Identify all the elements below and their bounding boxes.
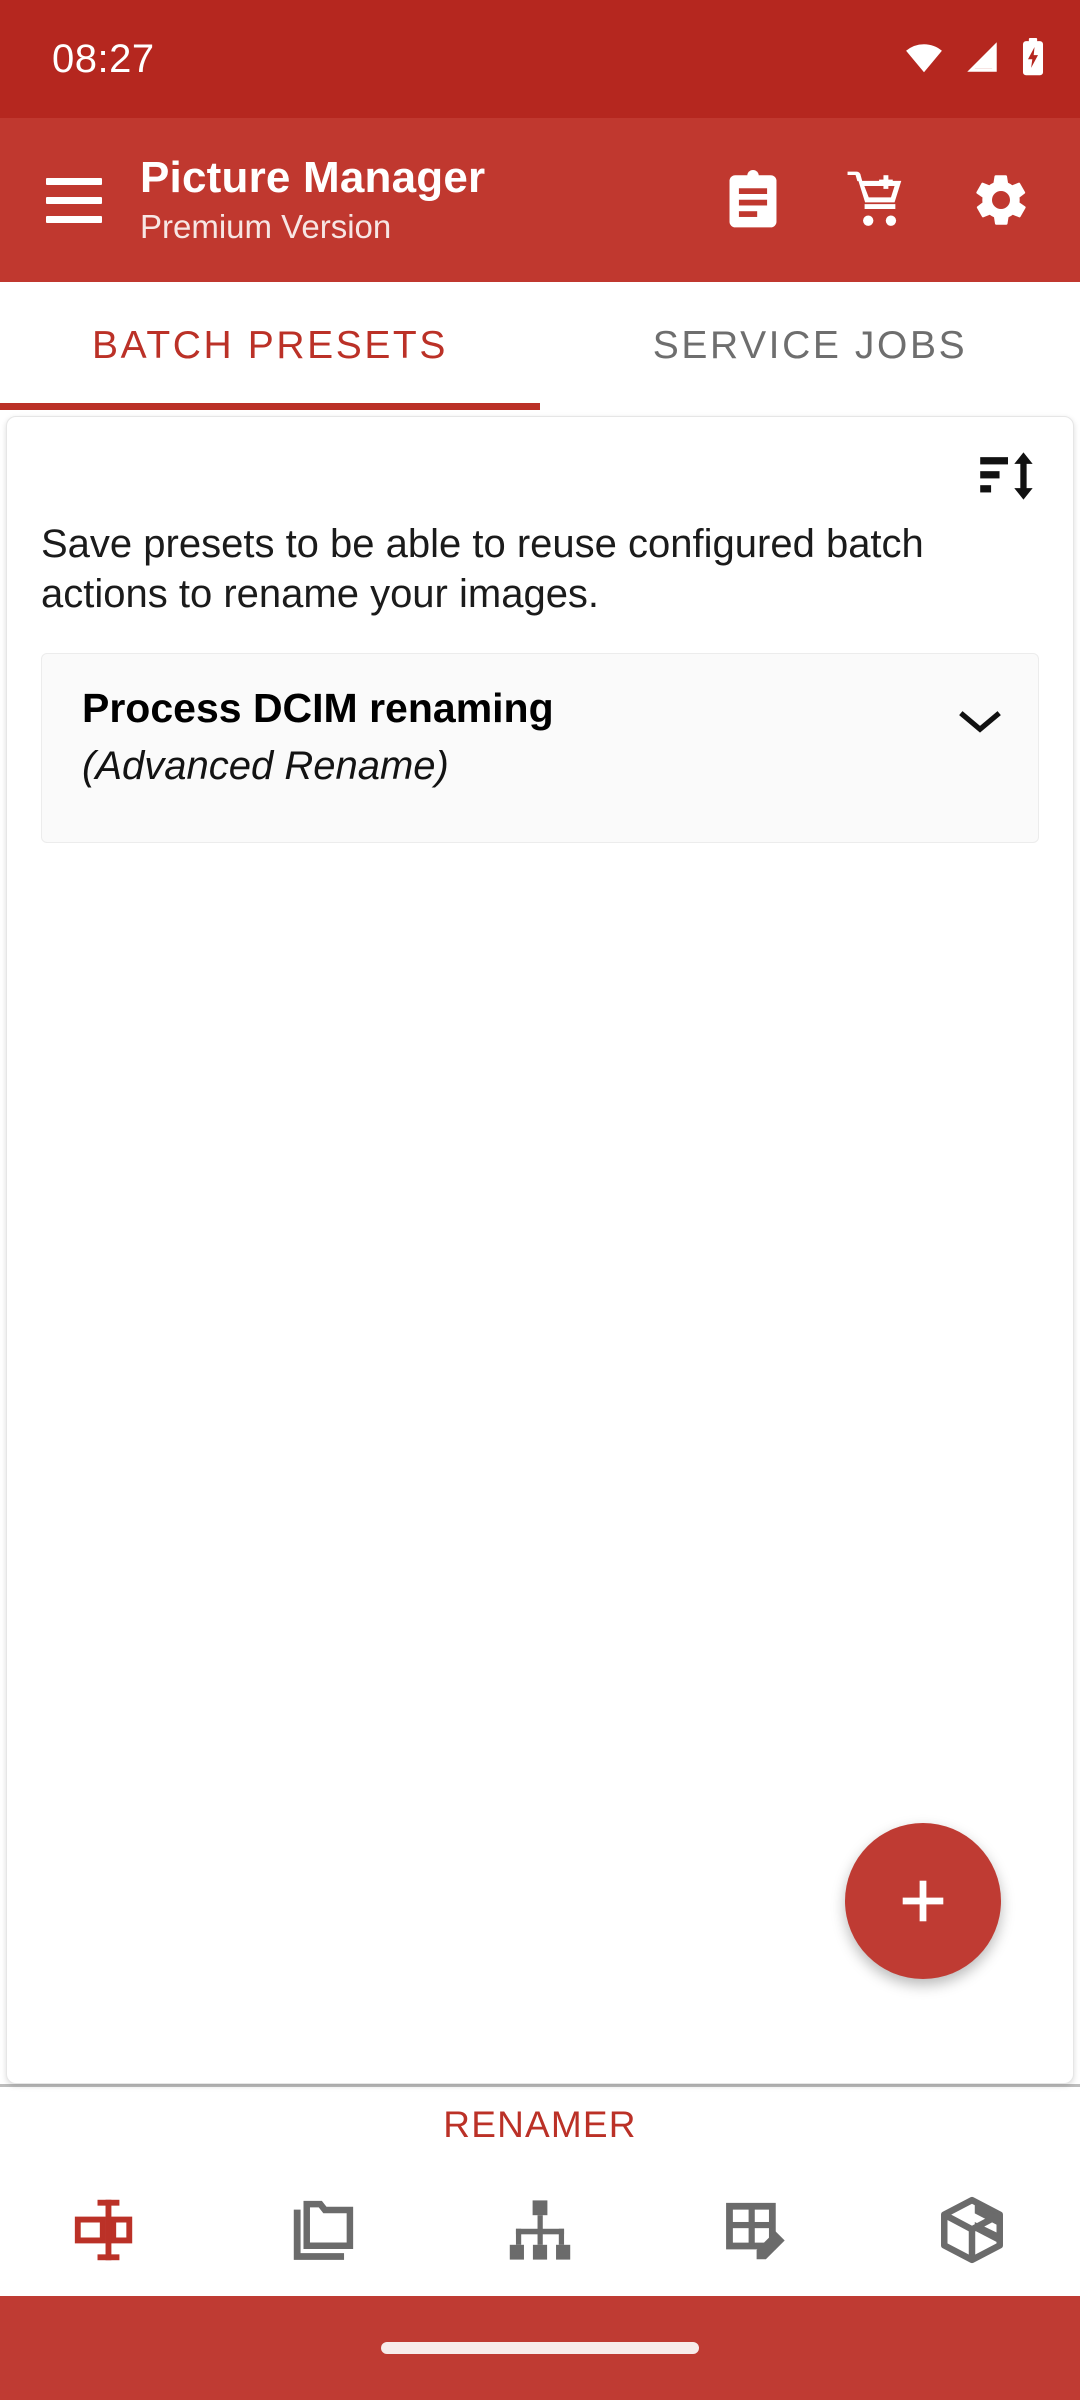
tab-service-jobs[interactable]: SERVICE JOBS: [540, 282, 1080, 410]
plus-icon: [902, 1880, 944, 1922]
app-bar: Picture Manager Premium Version: [0, 118, 1080, 282]
battery-charging-icon: [1020, 37, 1046, 81]
sort-row: [7, 417, 1073, 507]
hierarchy-icon: [509, 2199, 571, 2260]
hamburger-menu-icon[interactable]: [46, 172, 102, 228]
wifi-icon: [904, 41, 944, 78]
nav-item-package[interactable]: [864, 2163, 1080, 2296]
add-preset-fab[interactable]: [845, 1823, 1001, 1979]
bottom-navigation: [0, 2163, 1080, 2296]
status-bar: 08:27: [0, 0, 1080, 118]
content-card: Save presets to be able to reuse configu…: [6, 416, 1074, 2084]
app-bar-actions: [722, 169, 1046, 231]
phone-screen: 08:27 Picture Manager Premium Version BA…: [0, 0, 1080, 2400]
hamburger-line: [46, 177, 102, 185]
clipboard-icon[interactable]: [722, 169, 784, 231]
tab-batch-presets[interactable]: BATCH PRESETS: [0, 282, 540, 410]
sort-icon[interactable]: [977, 445, 1039, 507]
nav-item-table-edit[interactable]: [648, 2163, 864, 2296]
folder-copy-icon: [293, 2200, 354, 2260]
chevron-down-icon[interactable]: [952, 694, 1008, 750]
add-to-cart-icon[interactable]: [846, 169, 908, 231]
signal-icon: [964, 40, 1000, 79]
preset-texts: Process DCIM renaming (Advanced Rename): [82, 684, 554, 791]
module-label: RENAMER: [0, 2086, 1080, 2164]
preset-title: Process DCIM renaming: [82, 685, 554, 731]
preset-subtitle: (Advanced Rename): [82, 744, 449, 789]
hamburger-line: [46, 215, 102, 223]
hamburger-line: [46, 196, 102, 204]
table-edit-icon: [726, 2202, 785, 2259]
tab-indicator: [0, 403, 540, 410]
gear-icon[interactable]: [970, 169, 1032, 231]
rename-icon: [74, 2199, 133, 2260]
tab-bar: BATCH PRESETS SERVICE JOBS: [0, 282, 1080, 410]
app-subtitle: Premium Version: [140, 208, 392, 245]
gesture-nav-bar: [0, 2296, 1080, 2400]
status-bar-icons: [904, 37, 1046, 81]
home-gesture-pill[interactable]: [381, 2342, 699, 2354]
app-bar-titles: Picture Manager Premium Version: [140, 153, 722, 248]
app-title: Picture Manager: [140, 152, 486, 202]
status-bar-clock: 08:27: [52, 36, 155, 81]
description-text: Save presets to be able to reuse configu…: [41, 522, 924, 616]
box-package-icon: [941, 2196, 1003, 2263]
content-area: Save presets to be able to reuse configu…: [0, 410, 1080, 2084]
preset-item[interactable]: Process DCIM renaming (Advanced Rename): [41, 653, 1039, 843]
nav-item-hierarchy[interactable]: [432, 2163, 648, 2296]
nav-item-rename[interactable]: [0, 2163, 216, 2296]
nav-item-folders[interactable]: [216, 2163, 432, 2296]
